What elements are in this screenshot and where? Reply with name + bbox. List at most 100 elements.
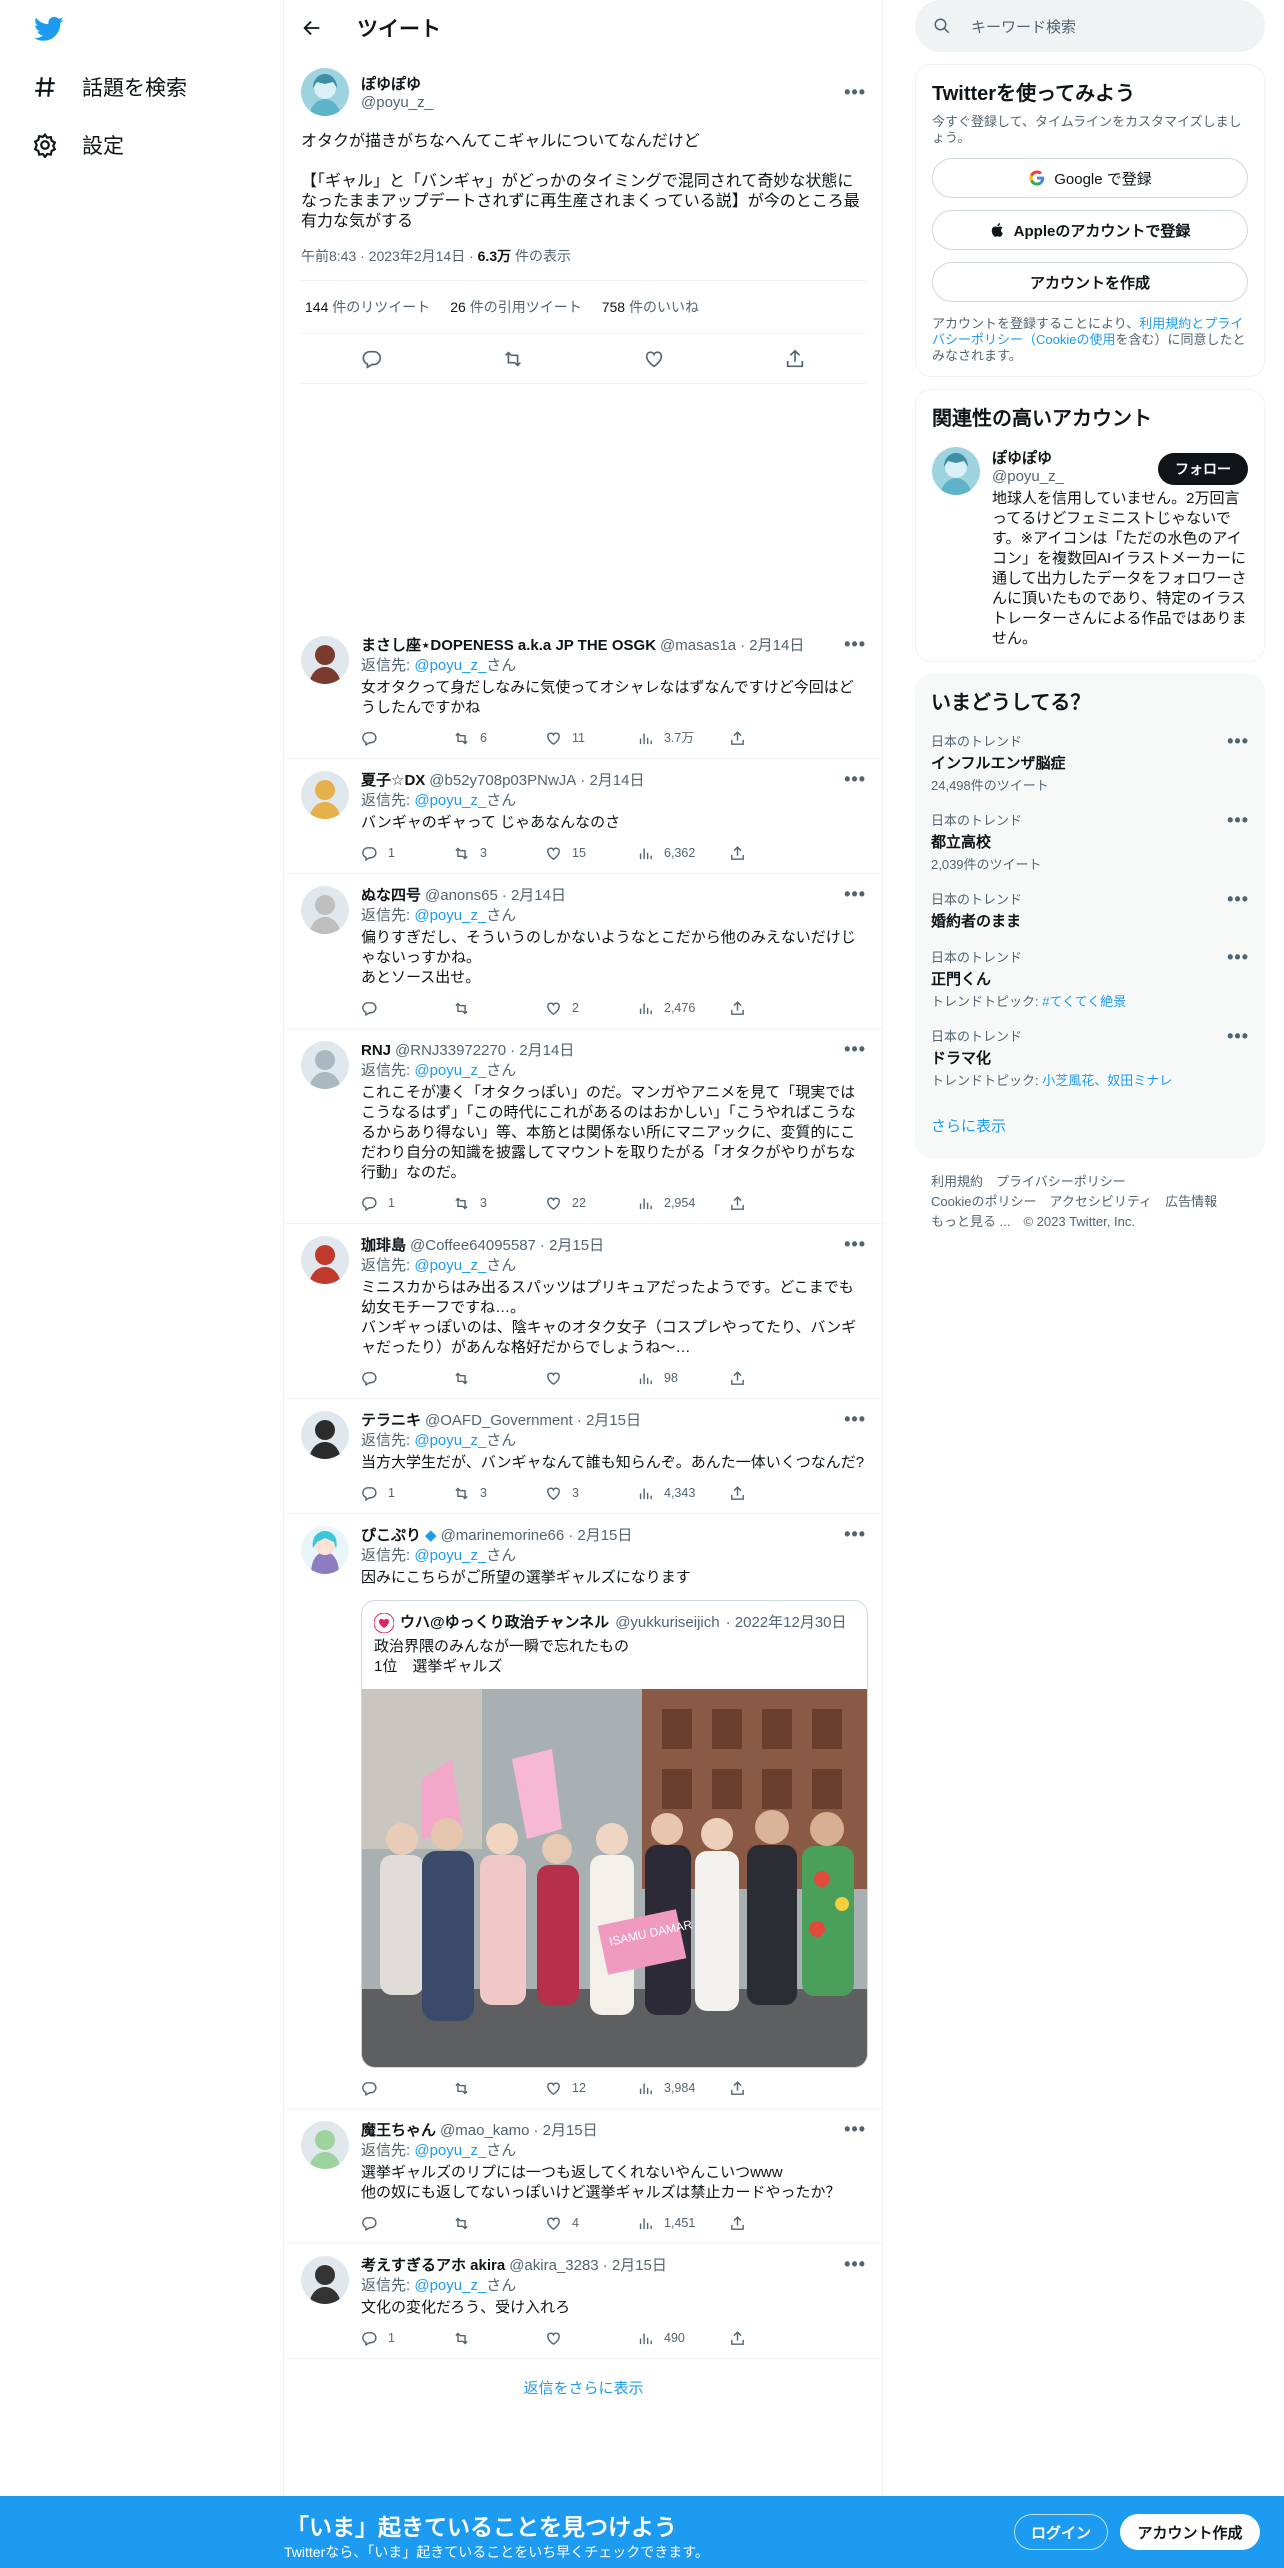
views-button[interactable]: 98 [637, 1368, 729, 1388]
reply-author-name[interactable]: RNJ [361, 1041, 391, 1061]
reply-tweet[interactable]: 考えすぎるアホ akira @akira_3283 · 2月15日 返信先: @po… [285, 2244, 882, 2359]
follow-button[interactable]: フォロー [1158, 453, 1248, 485]
reply-author-name[interactable]: ぬな四号 [361, 886, 421, 906]
twitter-logo-icon[interactable] [32, 14, 66, 44]
signup-button[interactable]: アカウント作成 [1120, 2514, 1260, 2550]
reply-to-handle[interactable]: @poyu_z_ [414, 1062, 486, 1079]
reply-date[interactable]: · 2月14日 [740, 636, 804, 656]
footer-accessibility[interactable]: アクセシビリティ [1049, 1194, 1152, 1209]
like-button[interactable]: 15 [545, 843, 637, 863]
reply-button[interactable] [361, 730, 453, 747]
views-button[interactable]: 2,476 [637, 998, 729, 1018]
author-name[interactable]: ぽゆぽゆ [361, 73, 433, 94]
footer-more[interactable]: もっと見る ... [931, 1214, 1010, 1229]
search-box[interactable]: キーワード検索 [915, 0, 1265, 52]
reply-button[interactable] [361, 2080, 453, 2097]
reply-date[interactable]: · 2月14日 [580, 771, 644, 791]
more-icon[interactable]: ••• [844, 1409, 866, 1430]
retweet-button[interactable] [453, 1370, 545, 1387]
reply-button[interactable]: 1 [361, 1483, 453, 1503]
views-button[interactable]: 2,954 [637, 1193, 729, 1213]
avatar[interactable] [301, 886, 349, 934]
reply-author-handle[interactable]: @marinemorine66 [441, 1526, 565, 1546]
reply-button[interactable]: 1 [361, 1193, 453, 1213]
reply-date[interactable]: · 2月15日 [568, 1526, 632, 1546]
trend-item[interactable]: 日本のトレンド 正門くん トレンドトピック: #てくてく絶景 ••• [931, 947, 1249, 1010]
more-icon[interactable]: ••• [844, 82, 866, 103]
create-account-button[interactable]: アカウントを作成 [932, 262, 1248, 302]
avatar[interactable] [301, 68, 349, 116]
like-button[interactable] [545, 1370, 637, 1387]
more-icon[interactable]: ••• [1227, 947, 1249, 968]
reply-button[interactable] [361, 2215, 453, 2232]
more-icon[interactable]: ••• [1227, 731, 1249, 752]
trend-topic[interactable]: 小芝風花、奴田ミナレ [1042, 1073, 1172, 1088]
like-button[interactable]: 22 [545, 1193, 637, 1213]
like-icon[interactable] [643, 348, 665, 370]
avatar[interactable] [301, 1526, 349, 1574]
views-button[interactable]: 4,343 [637, 1483, 729, 1503]
trend-item[interactable]: 日本のトレンド ドラマ化 トレンドトピック: 小芝風花、奴田ミナレ ••• [931, 1026, 1249, 1089]
reply-author-name[interactable]: テラニキ [361, 1411, 421, 1431]
footer-terms[interactable]: 利用規約 [931, 1174, 983, 1189]
trend-item[interactable]: 日本のトレンド 婚約者のまま ••• [931, 889, 1249, 931]
reply-author-handle[interactable]: @OAFD_Government [425, 1411, 573, 1431]
reply-to-handle[interactable]: @poyu_z_ [414, 657, 486, 674]
reply-author-handle[interactable]: @akira_3283 [509, 2256, 598, 2276]
retweet-button[interactable]: 3 [453, 1483, 545, 1503]
reply-to-handle[interactable]: @poyu_z_ [414, 2142, 486, 2159]
avatar[interactable] [932, 447, 980, 495]
share-button[interactable] [729, 2215, 821, 2232]
quoted-tweet[interactable]: ウハ@ゆっくり政治チャンネル @yukkuriseijich · 2022年12… [361, 1600, 868, 2068]
like-button[interactable]: 4 [545, 2213, 637, 2233]
more-icon[interactable]: ••• [1227, 810, 1249, 831]
reply-date[interactable]: · 2月15日 [603, 2256, 667, 2276]
retweet-button[interactable] [453, 2215, 545, 2232]
more-icon[interactable]: ••• [844, 1524, 866, 1545]
share-button[interactable] [729, 2080, 821, 2097]
views-button[interactable]: 6,362 [637, 843, 729, 863]
login-button[interactable]: ログイン [1014, 2514, 1108, 2550]
more-icon[interactable]: ••• [844, 2254, 866, 2275]
reply-author-handle[interactable]: @b52y708p03PNwJA [429, 771, 576, 791]
reply-to-handle[interactable]: @poyu_z_ [414, 1547, 486, 1564]
nav-explore[interactable]: 話題を検索 [32, 72, 187, 102]
quote-reply[interactable]: ぴこぷり ◆ @marinemorine66 · 2月15日 返信先: @poyu_z… [285, 1514, 882, 2109]
more-icon[interactable]: ••• [1227, 1026, 1249, 1047]
footer-cookie[interactable]: Cookieのポリシー [931, 1194, 1036, 1209]
reply-to-handle[interactable]: @poyu_z_ [414, 1257, 486, 1274]
reply-tweet[interactable]: 魔王ちゃん @mao_kamo · 2月15日 返信先: @poyu_z_さん 選挙… [285, 2109, 882, 2244]
avatar[interactable] [301, 1236, 349, 1284]
reply-tweet[interactable]: まさし座⋆DOPENESS a.k.a JP THE OSGK @masas1a ·… [285, 624, 882, 759]
nav-settings[interactable]: 設定 [32, 130, 124, 160]
share-icon[interactable] [784, 348, 806, 370]
share-button[interactable] [729, 1000, 821, 1017]
reply-to-handle[interactable]: @poyu_z_ [414, 2277, 486, 2294]
reply-date[interactable]: · 2月14日 [510, 1041, 574, 1061]
more-icon[interactable]: ••• [844, 769, 866, 790]
reply-author-name[interactable]: ぴこぷり [361, 1526, 421, 1546]
reply-button[interactable] [361, 1370, 453, 1387]
reply-date[interactable]: · 2月15日 [533, 2121, 597, 2141]
apple-signup-button[interactable]: Appleのアカウントで登録 [932, 210, 1248, 250]
reply-tweet[interactable]: 夏子☆DX @b52y708p03PNwJA · 2月14日 返信先: @poyu_… [285, 759, 882, 874]
reply-to-handle[interactable]: @poyu_z_ [414, 907, 486, 924]
reply-author-handle[interactable]: @masas1a [660, 636, 736, 656]
views-button[interactable]: 3.7万 [637, 728, 729, 748]
like-button[interactable]: 12 [545, 2078, 637, 2098]
trend-item[interactable]: 日本のトレンド インフルエンザ脳症 24,498件のツイート ••• [931, 731, 1249, 794]
share-button[interactable] [729, 2330, 821, 2347]
back-arrow-icon[interactable] [301, 17, 323, 39]
retweet-button[interactable] [453, 2080, 545, 2097]
avatar[interactable] [301, 636, 349, 684]
like-button[interactable]: 11 [545, 728, 637, 748]
share-button[interactable] [729, 730, 821, 747]
reply-author-name[interactable]: 珈琲島 [361, 1236, 406, 1256]
reply-to-handle[interactable]: @poyu_z_ [414, 1432, 486, 1449]
reply-tweet[interactable]: RNJ @RNJ33972270 · 2月14日 返信先: @poyu_z_さん こ… [285, 1029, 882, 1224]
avatar[interactable] [301, 1041, 349, 1089]
avatar[interactable] [301, 2121, 349, 2169]
more-icon[interactable]: ••• [844, 1039, 866, 1060]
quoted-photo[interactable]: ISAMU DAMAR [362, 1689, 867, 2067]
reply-to-handle[interactable]: @poyu_z_ [414, 792, 486, 809]
